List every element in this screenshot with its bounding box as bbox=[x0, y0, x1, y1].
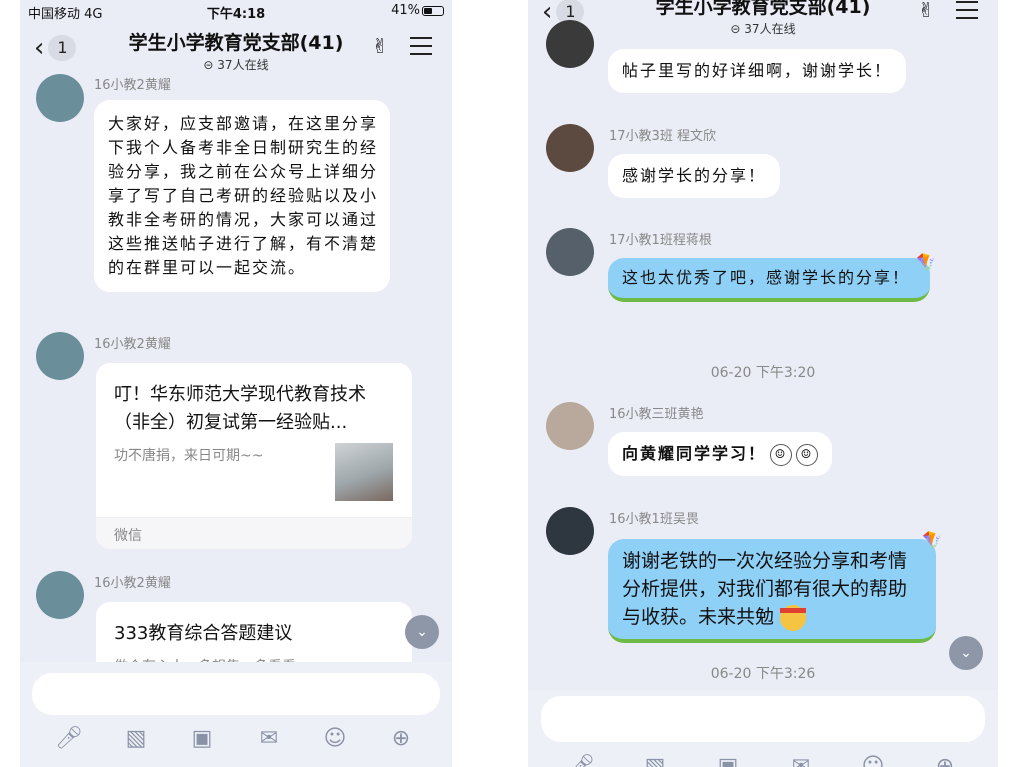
emoji-icon[interactable]: ☺ bbox=[320, 724, 350, 754]
avatar[interactable] bbox=[36, 332, 84, 380]
avatar[interactable] bbox=[546, 124, 594, 172]
red-packet-icon[interactable]: ✉ bbox=[786, 752, 816, 767]
microphone-icon[interactable]: 🎤︎ bbox=[566, 752, 596, 767]
message-bubble[interactable]: 向黄耀同学学习！ ☺ ☺ bbox=[608, 432, 833, 476]
camera-icon[interactable]: ▣ bbox=[187, 724, 217, 754]
message-input[interactable] bbox=[32, 673, 440, 715]
microphone-icon[interactable]: 🎤︎ bbox=[54, 724, 84, 754]
card-description: 功不唐捐，来日可期~~ bbox=[114, 448, 264, 464]
avatar[interactable] bbox=[546, 507, 594, 555]
camera-icon[interactable]: ▣ bbox=[713, 752, 743, 767]
chat-header: ‹ 1 学生小学教育党支部(41) ⊝ 37人在线 ✌ bbox=[528, 0, 998, 38]
link-card[interactable]: 叮！华东师范大学现代教育技术（非全）初复试第一经验贴... 功不唐捐，来日可期~… bbox=[96, 363, 412, 549]
card-source: 微信 bbox=[96, 517, 412, 549]
avatar[interactable] bbox=[36, 74, 84, 122]
sender-name: 16小教1班吴畏 bbox=[609, 512, 699, 527]
hand-gesture-icon[interactable]: ✌ bbox=[914, 0, 938, 22]
message-text: 谢谢老铁的一次次经验分享和考情分析提供，对我们都有很大的帮助与收获。未来共勉 bbox=[622, 550, 908, 628]
red-packet-icon[interactable]: ✉ bbox=[254, 724, 284, 754]
battery-percent: 41% bbox=[391, 3, 420, 18]
timestamp: 06-20 下午3:20 bbox=[710, 365, 816, 381]
sender-name: 17小教1班程蒋根 bbox=[609, 233, 712, 248]
message-text: 向黄耀同学学习！ bbox=[622, 444, 767, 463]
left-chat-screen: 中国移动 4G 下午4:18 41% ‹ 1 学生小学教育党支部(41) ⊝ 3… bbox=[20, 0, 452, 767]
message-bubble[interactable]: 帖子里写的好详细啊，谢谢学长！ bbox=[608, 49, 907, 93]
sender-name: 17小教3班 程文欣 bbox=[609, 129, 716, 144]
input-area: 🎤︎ ▧ ▣ ✉ ☺ ⊕ bbox=[528, 690, 998, 767]
kite-icon: 🪁 bbox=[922, 530, 942, 549]
timestamp: 06-20 下午3:26 bbox=[710, 666, 816, 682]
emoji-icon: ☺ bbox=[796, 443, 819, 466]
hand-gesture-icon[interactable]: ✌ bbox=[368, 34, 392, 58]
input-area: 🎤︎ ▧ ▣ ✉ ☺ ⊕ bbox=[20, 662, 452, 767]
online-count: ⊝ 37人在线 bbox=[203, 58, 269, 72]
menu-icon[interactable] bbox=[410, 37, 432, 55]
clock: 下午4:18 bbox=[206, 7, 266, 22]
image-icon[interactable]: ▧ bbox=[640, 752, 670, 767]
image-icon[interactable]: ▧ bbox=[121, 724, 151, 754]
online-count-text: 37人在线 bbox=[217, 58, 269, 72]
emoji-icon: ☺ bbox=[770, 443, 793, 466]
sender-name: 16小教2黄耀 bbox=[94, 337, 171, 352]
chevron-down-icon[interactable]: ⌄ bbox=[949, 636, 983, 670]
card-title: 333教育综合答题建议 bbox=[114, 623, 293, 644]
card-title: 叮！华东师范大学现代教育技术（非全）初复试第一经验贴... bbox=[114, 384, 366, 433]
message-bubble[interactable]: 大家好，应支部邀请，在这里分享下我个人备考非全日制研究生的经验分享，我之前在公众… bbox=[94, 100, 390, 292]
avatar[interactable] bbox=[36, 571, 84, 619]
message-bubble[interactable]: 感谢学长的分享！ bbox=[608, 154, 781, 198]
online-count-text: 37人在线 bbox=[744, 22, 796, 36]
sender-name: 16小教2黄耀 bbox=[94, 78, 171, 93]
plus-icon[interactable]: ⊕ bbox=[386, 724, 416, 754]
avatar[interactable] bbox=[546, 20, 594, 68]
battery-icon bbox=[422, 5, 444, 16]
right-chat-screen: ‹ 1 学生小学教育党支部(41) ⊝ 37人在线 ✌ 帖子里写的好详细啊，谢谢… bbox=[528, 0, 998, 767]
kite-icon: 🪁 bbox=[916, 252, 936, 271]
sender-name: 16小教三班黄艳 bbox=[609, 407, 704, 422]
sender-name: 16小教2黄耀 bbox=[94, 576, 171, 591]
determined-emoji-icon bbox=[780, 604, 807, 631]
message-bubble[interactable]: 这也太优秀了吧，感谢学长的分享！ bbox=[608, 258, 930, 302]
plus-icon[interactable]: ⊕ bbox=[930, 752, 960, 767]
emoji-icon[interactable]: ☺ bbox=[858, 752, 888, 767]
online-count: ⊝ 37人在线 bbox=[730, 22, 796, 36]
chat-header: ‹ 1 学生小学教育党支部(41) ⊝ 37人在线 ✌ bbox=[20, 22, 452, 74]
message-input[interactable] bbox=[541, 696, 985, 742]
message-bubble[interactable]: 谢谢老铁的一次次经验分享和考情分析提供，对我们都有很大的帮助与收获。未来共勉 bbox=[608, 539, 936, 643]
card-thumbnail bbox=[335, 443, 393, 501]
status-bar: 中国移动 4G 下午4:18 41% bbox=[20, 0, 452, 22]
menu-icon[interactable] bbox=[956, 1, 978, 19]
chevron-down-icon[interactable]: ⌄ bbox=[405, 615, 439, 649]
battery-indicator: 41% bbox=[391, 3, 444, 18]
avatar[interactable] bbox=[546, 228, 594, 276]
avatar[interactable] bbox=[546, 402, 594, 450]
